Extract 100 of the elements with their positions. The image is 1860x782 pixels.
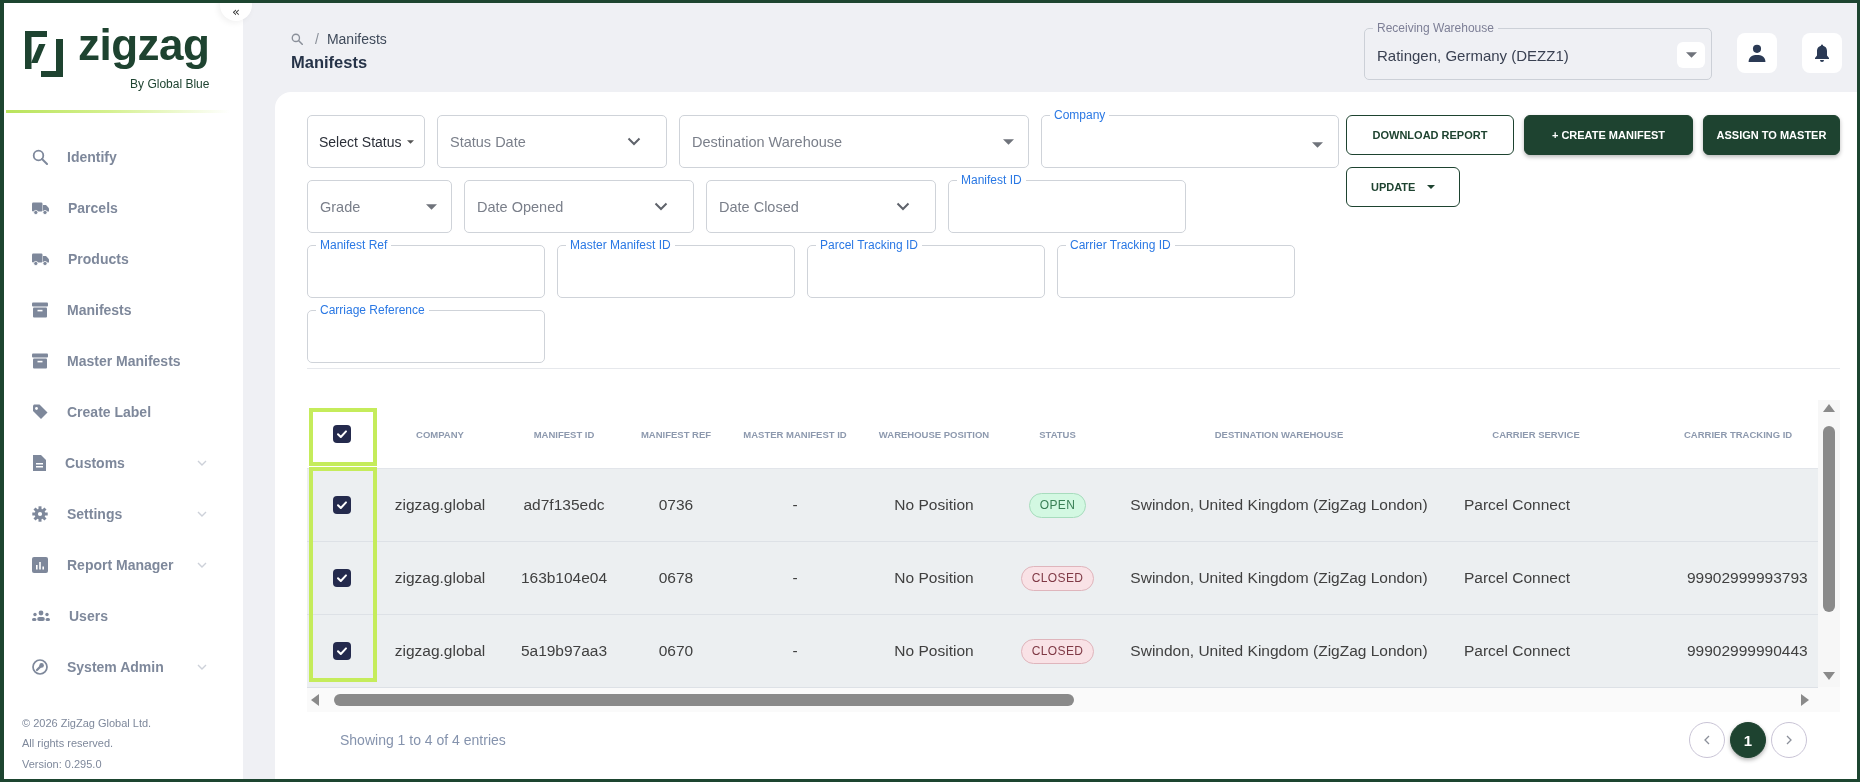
notifications-button[interactable] bbox=[1802, 33, 1842, 73]
horizontal-scrollbar[interactable] bbox=[307, 687, 1840, 712]
text-input-field[interactable]: Manifest ID bbox=[948, 173, 1186, 233]
column-header[interactable]: CARRIER SERVICE bbox=[1492, 428, 1580, 440]
column-header[interactable]: DESTINATION WAREHOUSE bbox=[1214, 428, 1344, 440]
dropdown-field[interactable]: Grade bbox=[307, 180, 452, 233]
chevron-left-icon bbox=[1704, 735, 1710, 745]
company-name: zigzag.global bbox=[394, 642, 486, 660]
menu-button[interactable]: UPDATE bbox=[1346, 167, 1461, 207]
manifest-id: 5a19b97aa3 bbox=[520, 642, 608, 660]
nav-item[interactable]: Users bbox=[4, 590, 243, 641]
date-field[interactable]: Status Date bbox=[437, 115, 667, 168]
nav-item[interactable]: Parcels bbox=[4, 182, 243, 233]
table-row[interactable]: zigzag.global 163b104e04 0678 - No Position CLOSED Swindon, United Kingdom (ZigZag London) Parcel Connect 99902999993793 bbox=[307, 542, 1818, 615]
carrier-tracking-id: 99902999990443 bbox=[1687, 642, 1808, 660]
date-field[interactable]: Date Opened bbox=[464, 180, 694, 233]
truck-icon bbox=[32, 200, 49, 215]
column-header[interactable]: MANIFEST ID bbox=[533, 428, 595, 440]
footer-text: Version: 0.295.0 bbox=[22, 756, 103, 772]
scrollbar-thumb[interactable] bbox=[334, 693, 1074, 706]
date-field[interactable]: Date Closed bbox=[706, 180, 936, 233]
status-select[interactable]: Select Status bbox=[307, 115, 425, 168]
manifest-id: 163b104e04 bbox=[520, 569, 608, 587]
wrench-icon bbox=[32, 658, 48, 675]
checkbox[interactable] bbox=[333, 425, 351, 443]
nav-item[interactable]: Settings bbox=[4, 488, 243, 539]
text-input-field[interactable]: Carrier Tracking ID bbox=[1057, 238, 1295, 298]
nav-item[interactable]: Customs bbox=[4, 437, 243, 488]
scroll-up-icon[interactable] bbox=[1823, 404, 1835, 412]
carrier-service: Parcel Connect bbox=[1464, 496, 1570, 514]
manifest-ref: 0670 bbox=[658, 642, 694, 660]
bell-icon bbox=[1814, 43, 1830, 63]
dropdown-field[interactable]: Company bbox=[1041, 108, 1339, 168]
master-manifest-id: - bbox=[792, 642, 798, 660]
carrier-tracking-id: 99902999993793 bbox=[1687, 569, 1808, 587]
carrier-service: Parcel Connect bbox=[1464, 569, 1570, 587]
chevron-down-icon bbox=[654, 202, 668, 211]
scroll-down-icon[interactable] bbox=[1823, 672, 1835, 680]
text-input-field[interactable]: Master Manifest ID bbox=[557, 238, 795, 298]
caret-down-icon bbox=[1312, 141, 1323, 148]
truck-icon bbox=[32, 251, 49, 266]
breadcrumb-link[interactable]: Manifests bbox=[326, 31, 387, 47]
checkbox[interactable] bbox=[333, 496, 351, 514]
nav-item[interactable]: Master Manifests bbox=[4, 335, 243, 386]
action-button[interactable]: ASSIGN TO MASTER bbox=[1703, 115, 1840, 155]
company-name: zigzag.global bbox=[394, 569, 486, 587]
nav-item[interactable]: System Admin bbox=[4, 641, 243, 692]
manifest-id: ad7f135edc bbox=[523, 496, 605, 514]
table-row[interactable]: zigzag.global ad7f135edc 0736 - No Position OPEN Swindon, United Kingdom (ZigZag London) Parcel Connect bbox=[307, 469, 1818, 542]
dropdown-field[interactable]: Destination Warehouse bbox=[679, 115, 1029, 168]
destination-warehouse: Swindon, United Kingdom (ZigZag London) bbox=[1130, 642, 1428, 660]
warehouse-position: No Position bbox=[894, 642, 974, 660]
gear-icon bbox=[32, 505, 48, 522]
warehouse-position: No Position bbox=[894, 569, 974, 587]
scroll-right-icon[interactable] bbox=[1801, 693, 1809, 706]
footer-text: All rights reserved. bbox=[22, 736, 115, 751]
scroll-left-icon[interactable] bbox=[311, 693, 319, 706]
page-button[interactable]: 1 bbox=[1730, 722, 1766, 758]
master-manifest-id: - bbox=[792, 569, 798, 587]
warehouse-select[interactable]: Receiving Warehouse Ratingen, Germany (DEZZ1) bbox=[1364, 21, 1712, 80]
nav-item[interactable]: Products bbox=[4, 233, 243, 284]
checkbox[interactable] bbox=[333, 569, 351, 587]
logo-tagline: By Global Blue bbox=[130, 77, 210, 91]
text-input-field[interactable]: Parcel Tracking ID bbox=[807, 238, 1045, 298]
scrollbar-thumb[interactable] bbox=[1823, 426, 1835, 612]
status-badge: CLOSED bbox=[1020, 638, 1095, 664]
search-icon[interactable] bbox=[291, 33, 303, 45]
column-header[interactable]: MANIFEST REF bbox=[640, 428, 712, 440]
nav-item[interactable]: Manifests bbox=[4, 284, 243, 335]
text-input-field[interactable]: Carriage Reference bbox=[307, 303, 545, 363]
document-icon bbox=[32, 454, 46, 471]
nav-item[interactable]: Create Label bbox=[4, 386, 243, 437]
table-row[interactable]: zigzag.global 5a19b97aa3 0670 - No Position CLOSED Swindon, United Kingdom (ZigZag London) Parcel Connect 99902999990443 bbox=[307, 615, 1818, 688]
profile-button[interactable] bbox=[1737, 33, 1777, 73]
chart-icon bbox=[32, 556, 48, 573]
collapse-sidebar-button[interactable]: « bbox=[220, 3, 252, 21]
warehouse-position: No Position bbox=[894, 496, 974, 514]
master-manifest-id: - bbox=[792, 496, 798, 514]
column-header[interactable]: STATUS bbox=[1039, 428, 1076, 440]
vertical-scrollbar[interactable] bbox=[1818, 400, 1840, 687]
footer-text: © 2026 ZigZag Global Ltd. bbox=[22, 715, 153, 731]
dropdown-button[interactable] bbox=[1677, 42, 1705, 68]
column-header[interactable]: CARRIER TRACKING ID bbox=[1684, 428, 1793, 440]
action-button[interactable]: + CREATE MANIFEST bbox=[1524, 115, 1693, 155]
manifest-ref: 0736 bbox=[658, 496, 694, 514]
destination-warehouse: Swindon, United Kingdom (ZigZag London) bbox=[1130, 569, 1428, 587]
users-icon bbox=[32, 609, 50, 622]
search-icon bbox=[32, 148, 48, 165]
checkbox[interactable] bbox=[333, 642, 351, 660]
download-report-button[interactable]: DOWNLOAD REPORT bbox=[1346, 115, 1514, 155]
nav-item[interactable]: Report Manager bbox=[4, 539, 243, 590]
column-header[interactable]: WAREHOUSE POSITION bbox=[878, 428, 990, 440]
text-input-field[interactable]: Manifest Ref bbox=[307, 238, 545, 298]
column-header[interactable]: MASTER MANIFEST ID bbox=[743, 428, 847, 440]
archive-box-icon bbox=[32, 301, 48, 318]
column-header[interactable]: COMPANY bbox=[416, 428, 464, 440]
caret-down-icon bbox=[1427, 185, 1436, 189]
status-badge: OPEN bbox=[1028, 492, 1087, 518]
tag-icon bbox=[32, 403, 48, 420]
nav-item[interactable]: Identify bbox=[4, 131, 243, 182]
